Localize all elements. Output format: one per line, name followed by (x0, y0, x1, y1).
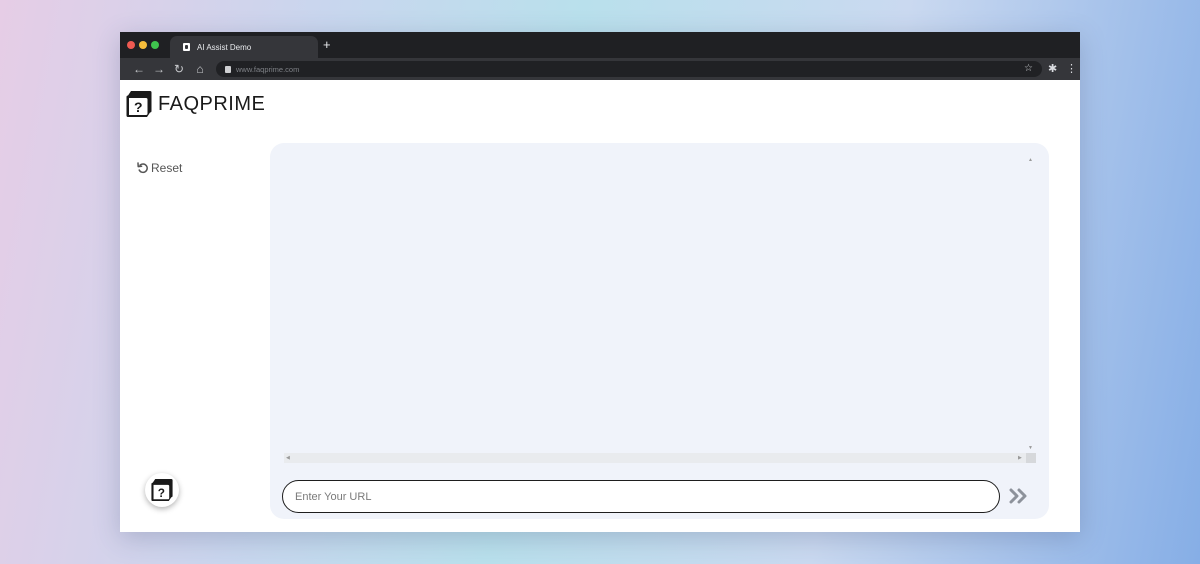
scrollbar-corner (1026, 453, 1036, 463)
minimize-window-button[interactable] (139, 41, 147, 49)
page-content: ? FAQPRIME Reset ▲ ▼ ◀ ▶ Enter Your URL … (120, 80, 1080, 532)
undo-icon (137, 162, 148, 174)
puzzle-icon[interactable]: ✱ (1048, 61, 1057, 77)
scroll-left-icon[interactable]: ◀ (286, 455, 290, 461)
scroll-right-icon[interactable]: ▶ (1018, 455, 1022, 461)
svg-text:?: ? (134, 99, 143, 115)
scroll-up-icon[interactable]: ▲ (1028, 157, 1033, 163)
horizontal-scrollbar[interactable]: ◀ ▶ (284, 453, 1026, 463)
site-favicon-icon (225, 65, 231, 73)
assistant-launcher-button[interactable]: ? (145, 473, 179, 507)
kebab-menu-icon[interactable]: ⋮ (1066, 61, 1077, 77)
maximize-window-button[interactable] (151, 41, 159, 49)
scroll-down-icon[interactable]: ▼ (1028, 445, 1033, 451)
browser-toolbar: ← → ↻ ⌂ www.faqprime.com ☆ ✱ ⋮ (120, 58, 1080, 80)
forward-arrow-icon[interactable]: → (151, 60, 167, 78)
tab-favicon-icon (183, 43, 190, 51)
reset-button[interactable]: Reset (137, 161, 182, 175)
vertical-scrollbar[interactable]: ▲ ▼ (1026, 157, 1036, 453)
faqprime-launcher-icon: ? (151, 479, 173, 501)
address-bar[interactable]: www.faqprime.com (216, 61, 1042, 77)
faqprime-logo-icon: ? (126, 91, 152, 117)
star-icon[interactable]: ☆ (1024, 61, 1033, 77)
close-window-button[interactable] (127, 41, 135, 49)
send-button[interactable] (1009, 487, 1029, 505)
tab-title: AI Assist Demo (197, 42, 252, 52)
brand-logo[interactable]: ? FAQPRIME (126, 90, 265, 118)
address-bar-url: www.faqprime.com (236, 64, 300, 74)
new-tab-button[interactable]: + (323, 37, 331, 53)
chat-messages-area: ▲ ▼ ◀ ▶ (284, 157, 1036, 463)
url-input[interactable] (282, 480, 1000, 513)
double-chevron-right-icon (1009, 488, 1027, 504)
svg-text:?: ? (158, 486, 165, 500)
browser-window: AI Assist Demo + ← → ↻ ⌂ www.faqprime.co… (120, 32, 1080, 532)
chat-panel: ▲ ▼ ◀ ▶ (270, 143, 1049, 519)
reload-icon[interactable]: ↻ (171, 60, 187, 78)
reset-label: Reset (151, 161, 183, 175)
home-icon[interactable]: ⌂ (192, 60, 208, 78)
title-bar: AI Assist Demo + (120, 32, 1080, 58)
browser-tab[interactable]: AI Assist Demo (170, 36, 318, 58)
back-arrow-icon[interactable]: ← (131, 60, 147, 78)
brand-name: FAQPRIME (158, 92, 266, 115)
